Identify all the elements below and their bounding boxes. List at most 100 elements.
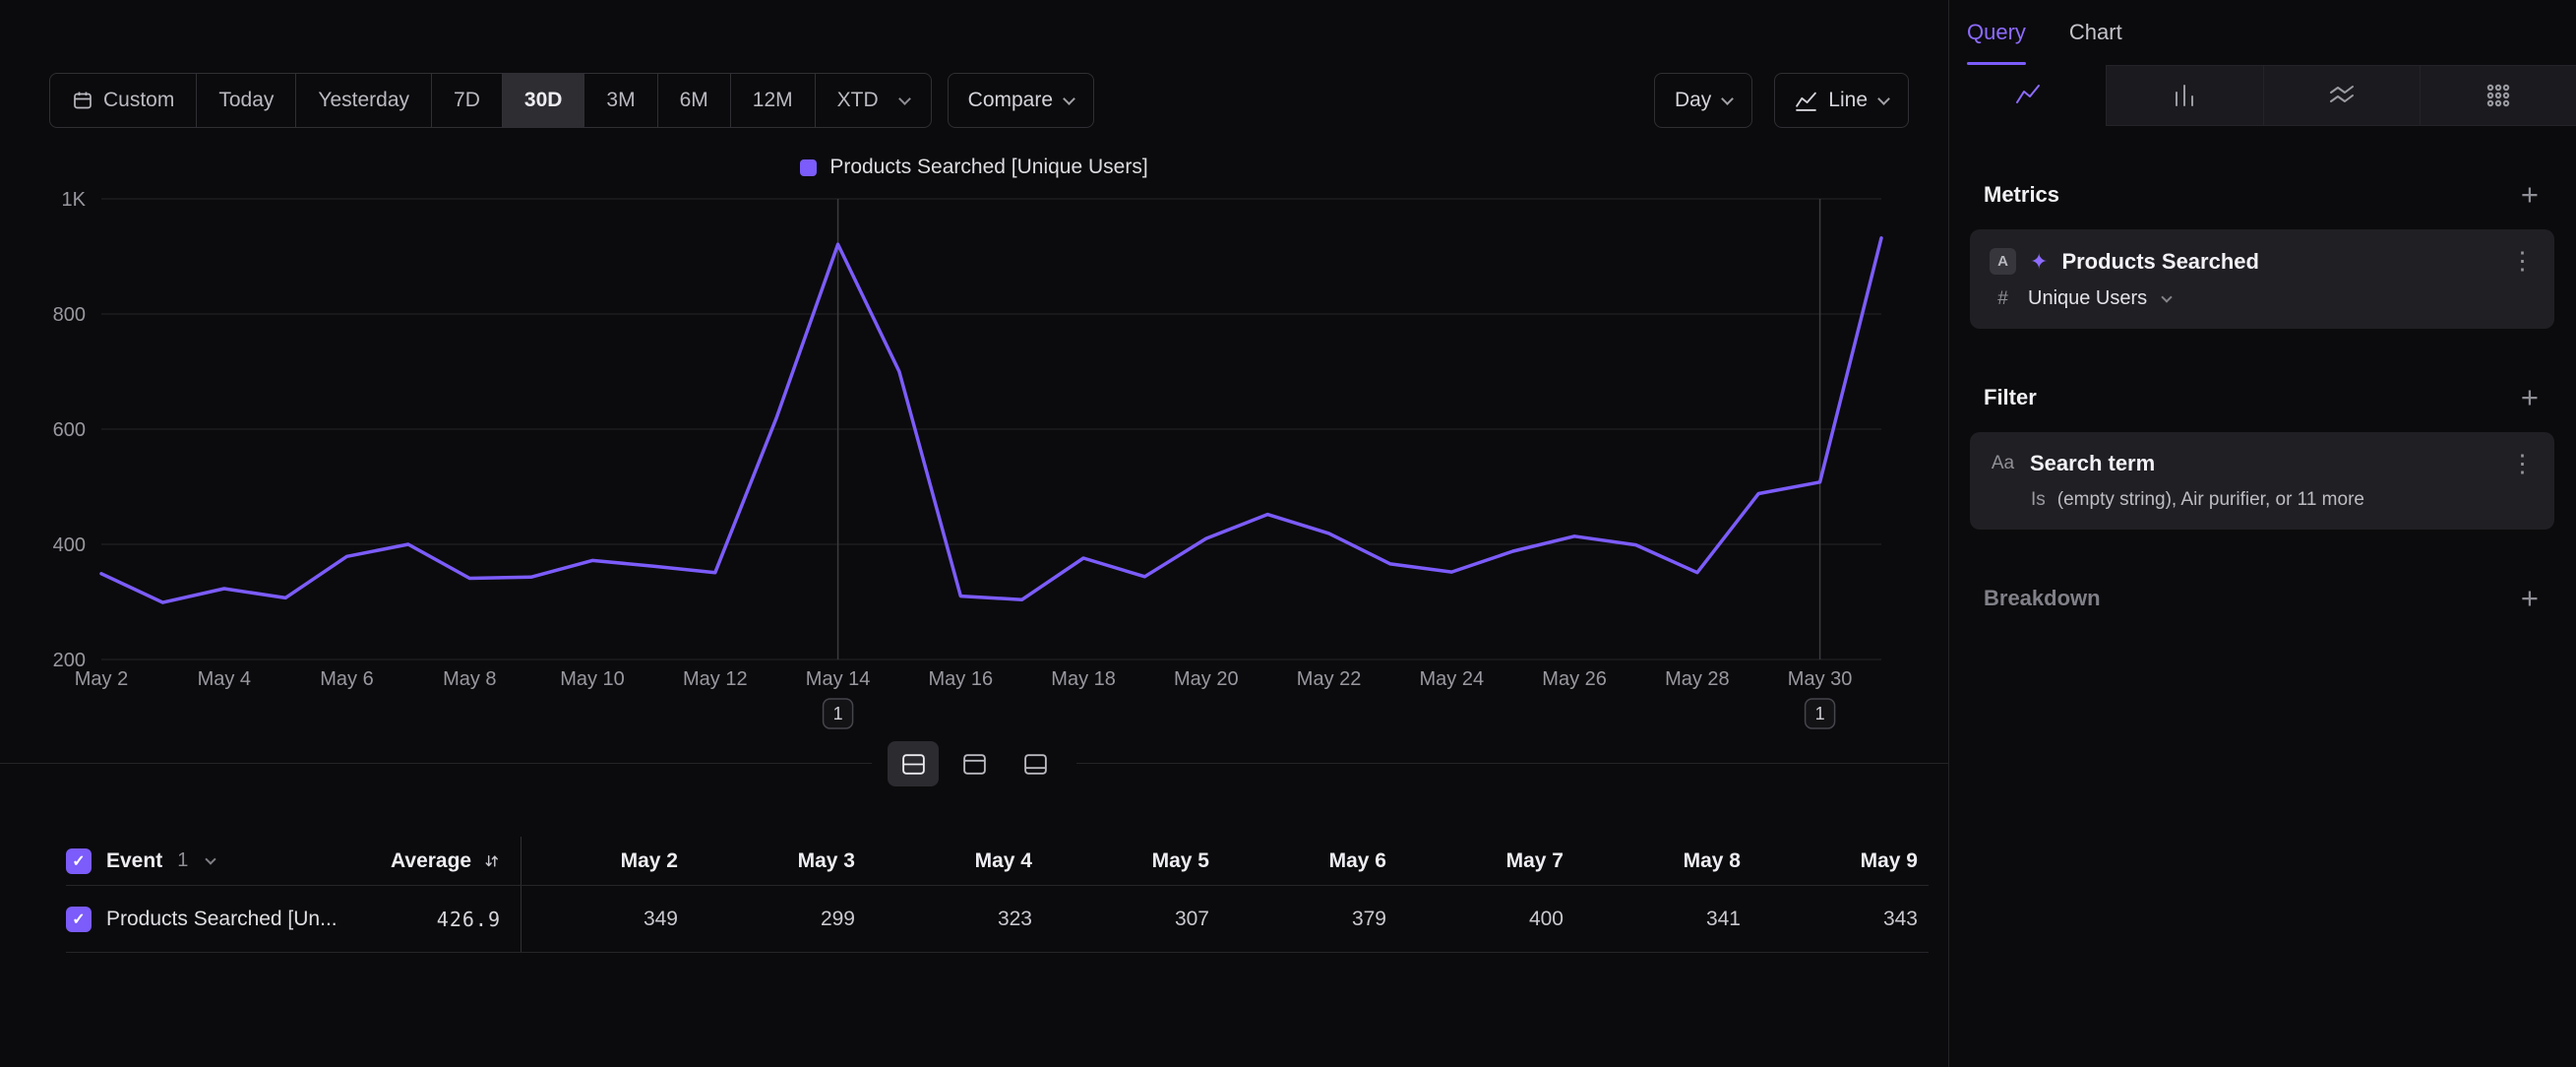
range-12m-button[interactable]: 12M [731, 74, 816, 127]
layout-table-only-button[interactable] [1010, 741, 1061, 786]
event-sparkle-icon: ✦ [2030, 251, 2048, 273]
range-3m-button[interactable]: 3M [584, 74, 657, 127]
chevron-down-icon[interactable] [206, 853, 216, 864]
range-30d-button[interactable]: 30D [503, 74, 585, 127]
average-value: 426.9 [437, 908, 501, 931]
add-filter-button[interactable]: + [2521, 382, 2539, 412]
x-tick-label: May 28 [1665, 668, 1730, 690]
filter-heading: Filter [1984, 385, 2037, 410]
filter-section-header: Filter + [1984, 382, 2539, 412]
line-chart-icon [1795, 90, 1817, 112]
filter-value: (empty string), Air purifier, or 11 more [2057, 489, 2364, 511]
range-yesterday-button[interactable]: Yesterday [296, 74, 432, 127]
chart-type-button[interactable]: Line [1774, 73, 1909, 128]
main-area: CustomTodayYesterday7D30D3M6M12MXTD Comp… [0, 0, 1948, 1067]
svg-text:1: 1 [1815, 704, 1825, 723]
value-cell: 379 [1229, 886, 1406, 952]
date-column-header: May 6 [1229, 837, 1406, 885]
breakdown-section-header: Breakdown + [1984, 583, 2539, 613]
chart-table-divider [0, 763, 1948, 764]
breakdown-heading: Breakdown [1984, 586, 2101, 611]
value-cell: 343 [1760, 886, 1937, 952]
compare-button[interactable]: Compare [948, 73, 1094, 128]
x-tick-label: May 10 [560, 668, 625, 690]
filter-condition-row[interactable]: Is (empty string), Air purifier, or 11 m… [1990, 489, 2535, 511]
y-tick-label: 600 [53, 419, 86, 441]
range-7d-button[interactable]: 7D [432, 74, 503, 127]
bottom-view-icon [1022, 751, 1049, 778]
date-column-header: May 5 [1052, 837, 1229, 885]
view-tab-metric[interactable] [2420, 65, 2576, 126]
line-chart-canvas: 2004006008001KMay 2May 4May 6May 8May 10… [39, 181, 1919, 747]
metrics-heading: Metrics [1984, 182, 2059, 208]
range-6m-button[interactable]: 6M [658, 74, 731, 127]
event-label: Event [106, 849, 162, 873]
x-tick-label: May 6 [320, 668, 373, 690]
series-line [101, 238, 1881, 602]
tab-query[interactable]: Query [1967, 0, 2026, 65]
x-tick-label: May 12 [683, 668, 748, 690]
y-tick-label: 1K [62, 189, 87, 211]
filter-row: Aa Search term ⋮ [1990, 451, 2535, 476]
bar-chart-icon [2170, 81, 2199, 110]
date-column-header: May 4 [875, 837, 1052, 885]
measure-row[interactable]: # Unique Users [1990, 287, 2535, 310]
select-all-checkbox[interactable]: ✓ [66, 848, 92, 874]
view-tab-line[interactable] [1949, 65, 2106, 126]
view-tab-stacked[interactable] [2263, 65, 2420, 126]
x-tick-label: May 4 [198, 668, 251, 690]
metric-card[interactable]: A ✦ Products Searched ⋮ # Unique Users [1970, 229, 2554, 329]
value-cell: 299 [698, 886, 875, 952]
average-header-cell[interactable]: Average [391, 837, 521, 885]
layout-split-button[interactable] [888, 741, 939, 786]
x-tick-label: May 16 [929, 668, 994, 690]
kebab-menu-icon[interactable]: ⋮ [2510, 249, 2535, 274]
add-breakdown-button[interactable]: + [2521, 583, 2539, 613]
metric-grid-icon [2484, 81, 2513, 110]
chart-legend: Products Searched [Unique Users] [0, 154, 1948, 181]
tab-chart[interactable]: Chart [2069, 0, 2122, 65]
event-header-cell: ✓ Event 1 [66, 837, 391, 885]
layout-chart-only-button[interactable] [949, 741, 1000, 786]
x-tick-label: May 8 [443, 668, 496, 690]
filter-operator: Is [2031, 489, 2046, 511]
data-table: ✓ Event 1 Average May 2May 3May 4May 5Ma… [39, 837, 1929, 953]
line-chart-icon [2013, 81, 2043, 110]
x-tick-label: May 14 [806, 668, 871, 690]
x-tick-label: May 22 [1297, 668, 1362, 690]
date-range-group: CustomTodayYesterday7D30D3M6M12MXTD [49, 73, 932, 128]
annotation-badge[interactable]: 1 [824, 699, 853, 728]
range-xtd-button[interactable]: XTD [816, 74, 931, 127]
date-column-header: May 2 [521, 837, 698, 885]
series-badge: A [1990, 248, 2016, 275]
row-name: Products Searched [Un... [106, 908, 337, 931]
value-cell: 307 [1052, 886, 1229, 952]
sidebar-body: Metrics + A ✦ Products Searched ⋮ # Uniq… [1949, 179, 2576, 613]
range-today-button[interactable]: Today [197, 74, 296, 127]
x-tick-label: May 26 [1542, 668, 1607, 690]
add-metric-button[interactable]: + [2521, 179, 2539, 210]
row-checkbox[interactable]: ✓ [66, 907, 92, 932]
row-label-cell: ✓ Products Searched [Un... [66, 886, 391, 952]
x-tick-label: May 24 [1420, 668, 1485, 690]
date-column-header: May 9 [1760, 837, 1937, 885]
date-column-header: May 3 [698, 837, 875, 885]
average-label: Average [391, 849, 471, 873]
kebab-menu-icon[interactable]: ⋮ [2510, 452, 2535, 476]
granularity-button[interactable]: Day [1654, 73, 1752, 128]
filter-card[interactable]: Aa Search term ⋮ Is (empty string), Air … [1970, 432, 2554, 530]
chevron-down-icon [2162, 291, 2173, 302]
date-column-header: May 8 [1583, 837, 1760, 885]
granularity-label: Day [1675, 89, 1711, 112]
annotation-badge[interactable]: 1 [1806, 699, 1835, 728]
metrics-section-header: Metrics + [1984, 179, 2539, 210]
view-tab-bar[interactable] [2106, 65, 2262, 126]
top-view-icon [961, 751, 988, 778]
value-cell: 323 [875, 886, 1052, 952]
range-custom-button[interactable]: Custom [50, 74, 197, 127]
calendar-icon [72, 90, 93, 111]
average-value-cell: 426.9 [391, 886, 521, 952]
layout-toggle-group [872, 741, 1076, 786]
sidebar-tabs: Query Chart [1949, 0, 2576, 65]
stacked-chart-icon [2327, 81, 2357, 110]
